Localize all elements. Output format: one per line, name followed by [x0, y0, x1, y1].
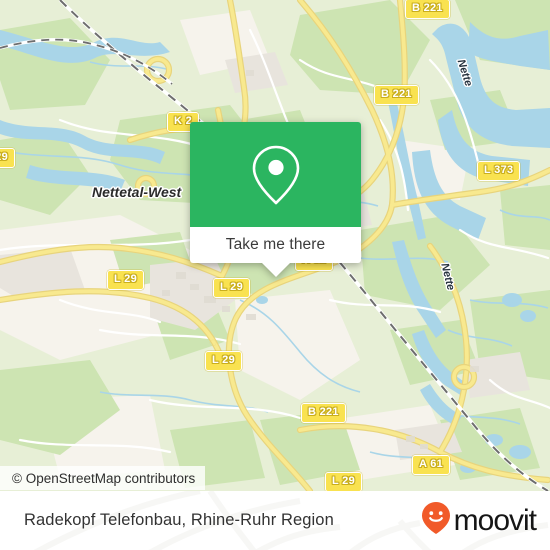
take-me-there-button[interactable]: Take me there: [190, 227, 361, 263]
map-attribution[interactable]: © OpenStreetMap contributors: [0, 466, 206, 490]
page-title: Radekopf Telefonbau, Rhine-Ruhr Region: [24, 511, 334, 529]
road-shield-partial: L 29: [0, 148, 16, 168]
attribution-text: © OpenStreetMap contributors: [12, 470, 196, 486]
place-popup-card[interactable]: Take me there: [190, 122, 361, 277]
road-shield-l373: L 373: [477, 161, 521, 181]
moovit-pin-icon: [421, 501, 451, 540]
popup-image-area: [190, 122, 361, 227]
road-shield-b221-south: B 221: [301, 403, 346, 423]
place-label-nettetal-west: Nettetal-West: [92, 184, 182, 200]
road-shield-b221-top: B 221: [405, 0, 450, 19]
popup-pointer: [261, 263, 290, 277]
footer-bar: Radekopf Telefonbau, Rhine-Ruhr Region m…: [0, 491, 550, 550]
road-shield-b221-upper: B 221: [374, 85, 419, 105]
moovit-place-card: L 29 B 221 B 221 L 373 K 2 L 29 L 29 L 2…: [0, 0, 550, 550]
moovit-wordmark: moovit: [453, 503, 537, 537]
road-shield-l29-bottom: L 29: [325, 472, 363, 491]
road-shield-l29-west: L 29: [107, 270, 145, 290]
road-shield-l29-center: L 29: [213, 278, 251, 298]
map-viewport[interactable]: L 29 B 221 B 221 L 373 K 2 L 29 L 29 L 2…: [0, 0, 550, 491]
moovit-logo: moovit: [421, 501, 537, 540]
road-shield-a61: A 61: [412, 455, 451, 475]
map-pin-icon: [249, 144, 303, 206]
take-me-there-label: Take me there: [225, 236, 326, 253]
road-shield-l29-south: L 29: [205, 351, 243, 371]
